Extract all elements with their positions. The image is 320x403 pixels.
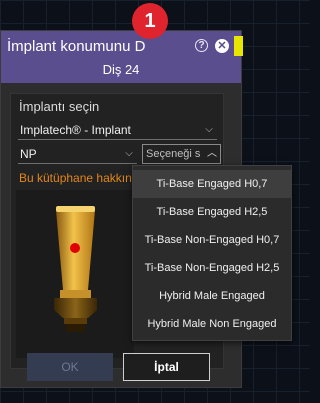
ok-button[interactable]: OK xyxy=(27,353,113,381)
help-icon[interactable]: ? xyxy=(195,39,208,52)
dialog-title: İmplant konumunu D xyxy=(7,38,146,55)
option-dropdown-menu: Ti-Base Engaged H0,7 Ti-Base Engaged H2,… xyxy=(132,165,292,341)
library-select-value: Implatech® - Implant xyxy=(20,123,131,137)
chevron-down-icon: ⌵ xyxy=(205,124,213,135)
dropdown-item[interactable]: Ti-Base Engaged H2,5 xyxy=(133,198,291,226)
dropdown-item[interactable]: Ti-Base Engaged H0,7 xyxy=(133,170,291,198)
option-select-placeholder: Seçeneği s xyxy=(146,148,201,160)
type-select-value: NP xyxy=(20,147,37,161)
library-select[interactable]: Implatech® - Implant ⌵ xyxy=(18,120,217,140)
implant-icon xyxy=(16,190,134,358)
library-info-link[interactable]: Bu kütüphane hakkında xyxy=(19,171,137,185)
cancel-button[interactable]: İptal xyxy=(123,353,210,381)
section-heading: İmplantı seçin xyxy=(19,99,100,114)
dialog-subtitle: Diş 24 xyxy=(102,62,140,77)
step-badge: 1 xyxy=(132,3,168,39)
dialog-header: İmplant konumunu D ? ✕ Diş 24 xyxy=(1,31,241,83)
chevron-up-icon: ︿ xyxy=(207,148,217,159)
dropdown-item[interactable]: Ti-Base Non-Engaged H0,7 xyxy=(133,226,291,254)
dropdown-item[interactable]: Hybrid Male Engaged xyxy=(133,282,291,310)
close-icon[interactable]: ✕ xyxy=(215,39,229,53)
dropdown-item[interactable]: Ti-Base Non-Engaged H2,5 xyxy=(133,254,291,282)
option-select[interactable]: Seçeneği s ︿ xyxy=(142,144,221,164)
chevron-down-icon: ⌵ xyxy=(125,148,133,159)
dropdown-item[interactable]: Hybrid Male Non Engaged xyxy=(133,310,291,338)
implant-preview xyxy=(16,190,134,358)
type-select[interactable]: NP ⌵ xyxy=(18,144,137,164)
accent-strip xyxy=(234,36,243,56)
